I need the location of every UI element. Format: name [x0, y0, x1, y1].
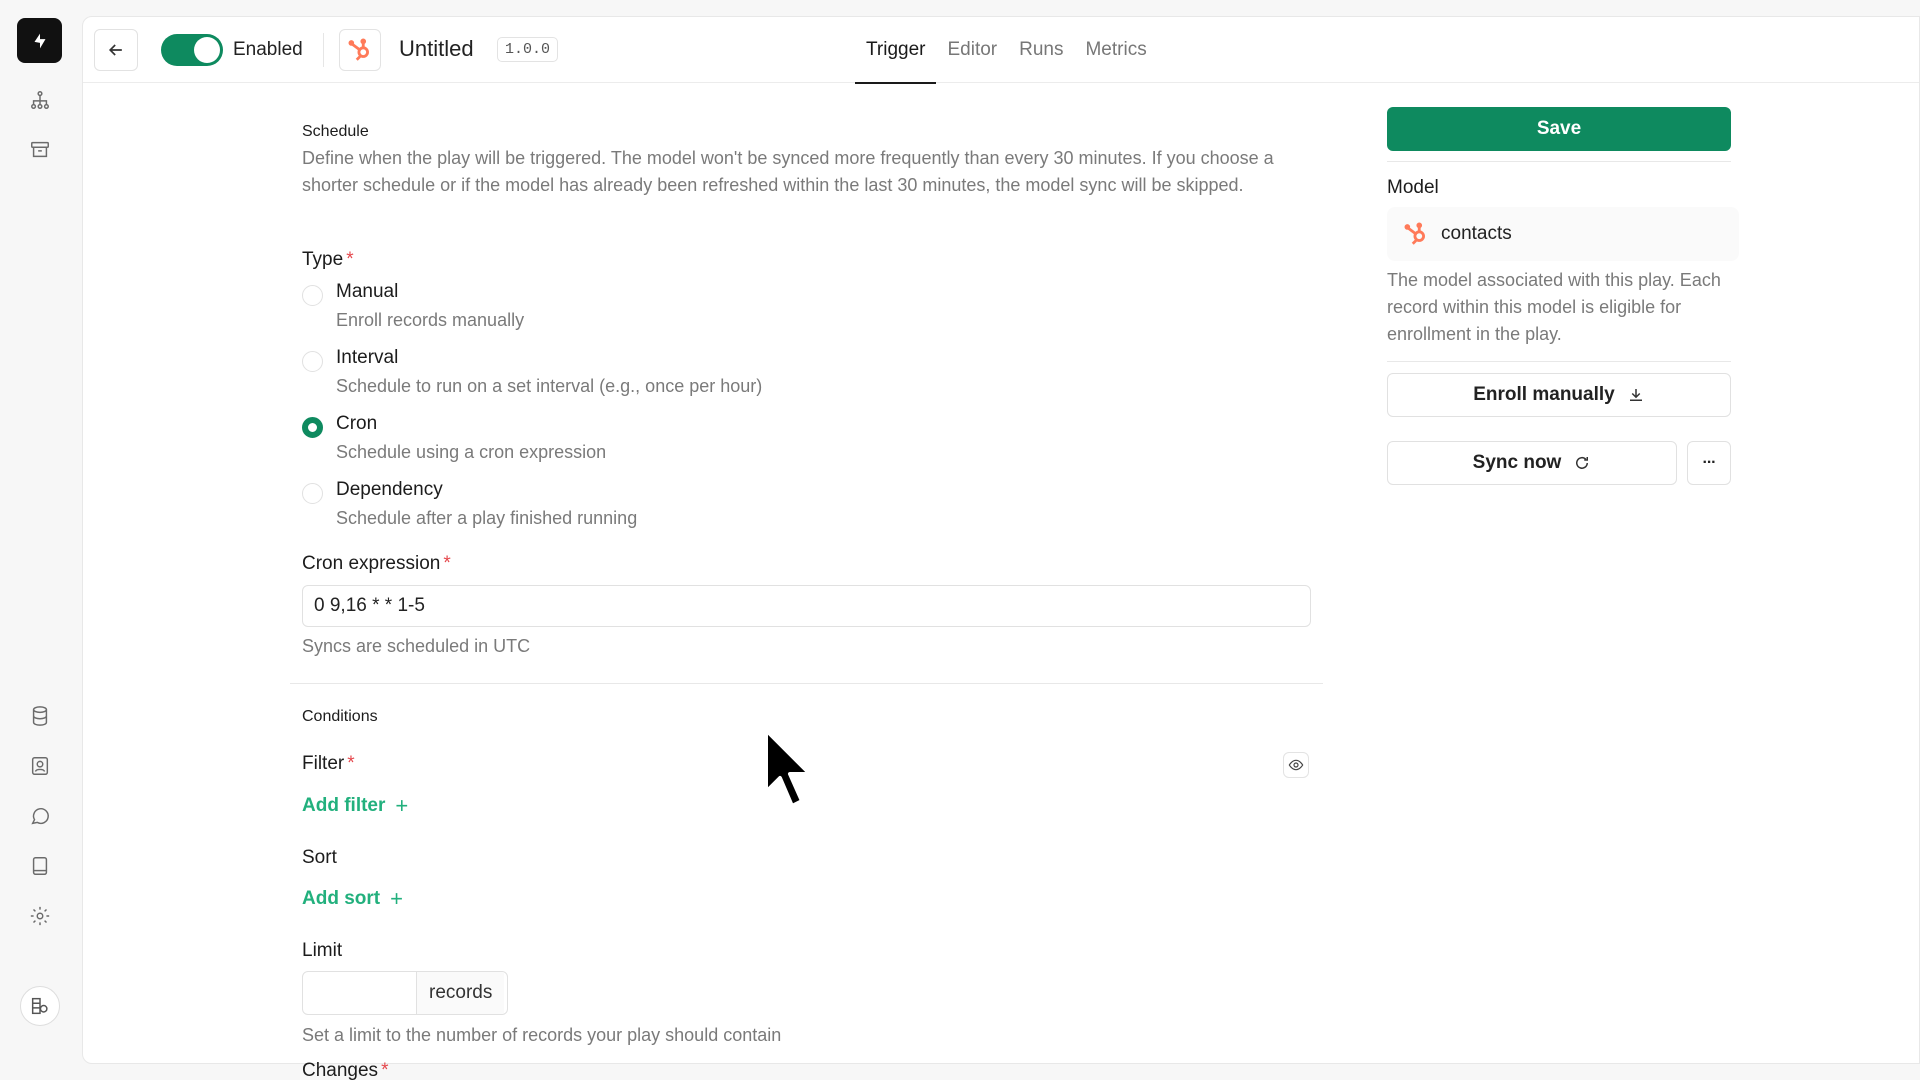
book-icon[interactable] — [24, 850, 56, 882]
main-panel: Enabled Untitled 1.0.0 Trigger Editor Ru… — [82, 16, 1920, 1080]
radio-cron[interactable] — [302, 417, 323, 438]
tab-editor[interactable]: Editor — [936, 17, 1008, 83]
app-root: Enabled Untitled 1.0.0 Trigger Editor Ru… — [0, 0, 1920, 1080]
limit-label: Limit — [302, 940, 343, 961]
save-button[interactable]: Save — [1387, 107, 1731, 151]
model-selector[interactable]: contacts — [1387, 207, 1739, 261]
download-icon — [1629, 389, 1642, 401]
limit-suffix: records — [417, 972, 505, 1014]
radio-interval[interactable] — [302, 351, 323, 372]
radio-cron-title: Cron — [336, 413, 378, 434]
add-filter-button[interactable]: Add filter + — [302, 793, 408, 819]
contacts-icon[interactable] — [24, 750, 56, 782]
schedule-description: Define when the play will be triggered. … — [302, 148, 1274, 195]
limit-help: Set a limit to the number of records you… — [302, 1025, 782, 1045]
radio-dependency-desc: Schedule after a play finished running — [336, 508, 638, 528]
required-marker: * — [443, 553, 451, 574]
version-badge: 1.0.0 — [497, 37, 559, 62]
hubspot-icon — [1404, 222, 1425, 245]
add-sort-button[interactable]: Add sort + — [302, 886, 403, 912]
schedule-section-title: Schedule — [302, 123, 369, 140]
cron-label-text: Cron expression — [302, 553, 441, 574]
archive-icon[interactable] — [24, 134, 56, 166]
toggle-knob — [194, 37, 220, 63]
settings-icon[interactable] — [24, 900, 56, 932]
enroll-manually-button[interactable]: Enroll manually — [1387, 373, 1731, 417]
workspace-avatar[interactable] — [20, 986, 60, 1026]
refresh-icon — [1576, 456, 1589, 469]
tab-metrics[interactable]: Metrics — [1074, 17, 1157, 83]
right-divider — [1387, 161, 1731, 162]
more-options-button[interactable]: ··· — [1687, 441, 1731, 485]
radio-manual[interactable] — [302, 285, 323, 306]
changes-label-text: Changes — [302, 1060, 379, 1080]
add-sort-label: Add sort — [302, 888, 381, 909]
more-icon: ··· — [1702, 454, 1717, 471]
right-divider — [1387, 361, 1731, 362]
sync-now-label: Sync now — [1472, 452, 1562, 473]
logo-icon — [34, 33, 45, 48]
mouse-cursor-icon — [764, 728, 812, 808]
left-rail — [0, 0, 80, 1080]
required-marker: * — [347, 753, 355, 774]
tab-runs[interactable]: Runs — [1008, 17, 1074, 83]
required-marker: * — [381, 1060, 389, 1080]
play-header: Enabled Untitled 1.0.0 Trigger Editor Ru… — [83, 17, 1919, 84]
model-label: Model — [1387, 177, 1439, 198]
app-logo[interactable] — [17, 18, 62, 63]
radio-cron-desc: Schedule using a cron expression — [336, 442, 607, 462]
workspace-icon — [31, 997, 48, 1015]
radio-dependency[interactable] — [302, 483, 323, 504]
preview-filter-button[interactable] — [1283, 752, 1309, 778]
model-help: The model associated with this play. Eac… — [1387, 270, 1721, 344]
enroll-manually-label: Enroll manually — [1473, 384, 1615, 405]
filter-label: Filter * — [302, 753, 355, 775]
section-divider — [290, 683, 1323, 684]
chat-icon[interactable] — [24, 800, 56, 832]
limit-input[interactable] — [303, 972, 417, 1014]
type-label-text: Type — [302, 249, 344, 270]
database-icon[interactable] — [24, 700, 56, 732]
add-filter-label: Add filter — [302, 795, 386, 816]
cron-expression-input[interactable]: 0 9,16 * * 1-5 — [302, 585, 1311, 627]
type-label: Type * — [302, 249, 354, 271]
tab-trigger[interactable]: Trigger — [855, 17, 937, 84]
workflow-icon[interactable] — [24, 84, 56, 116]
arrow-left-icon — [108, 44, 122, 56]
radio-manual-title: Manual — [336, 281, 399, 302]
limit-input-group: records — [302, 971, 508, 1015]
plus-icon: + — [390, 886, 403, 911]
radio-manual-desc: Enroll records manually — [336, 310, 525, 330]
hubspot-icon — [348, 38, 369, 61]
plus-icon: + — [395, 793, 409, 818]
radio-interval-title: Interval — [336, 347, 399, 368]
cron-help: Syncs are scheduled in UTC — [302, 636, 531, 656]
back-button[interactable] — [94, 29, 138, 71]
enabled-toggle[interactable] — [161, 34, 223, 66]
changes-label: Changes * — [302, 1060, 388, 1080]
radio-dependency-title: Dependency — [336, 479, 443, 500]
radio-interval-desc: Schedule to run on a set interval (e.g.,… — [336, 376, 763, 396]
eye-icon — [1288, 759, 1304, 771]
header-divider — [323, 33, 324, 67]
required-marker: * — [346, 249, 354, 270]
model-name: contacts — [1441, 223, 1512, 244]
hubspot-badge — [339, 29, 381, 71]
filter-label-text: Filter — [302, 753, 345, 774]
enabled-label: Enabled — [233, 39, 303, 60]
conditions-section-title: Conditions — [302, 708, 378, 725]
tab-bar: Trigger Editor Runs Metrics — [855, 17, 1158, 84]
play-title[interactable]: Untitled — [399, 36, 474, 62]
sync-now-button[interactable]: Sync now — [1387, 441, 1677, 485]
cron-label: Cron expression * — [302, 553, 451, 575]
sort-label: Sort — [302, 847, 337, 868]
